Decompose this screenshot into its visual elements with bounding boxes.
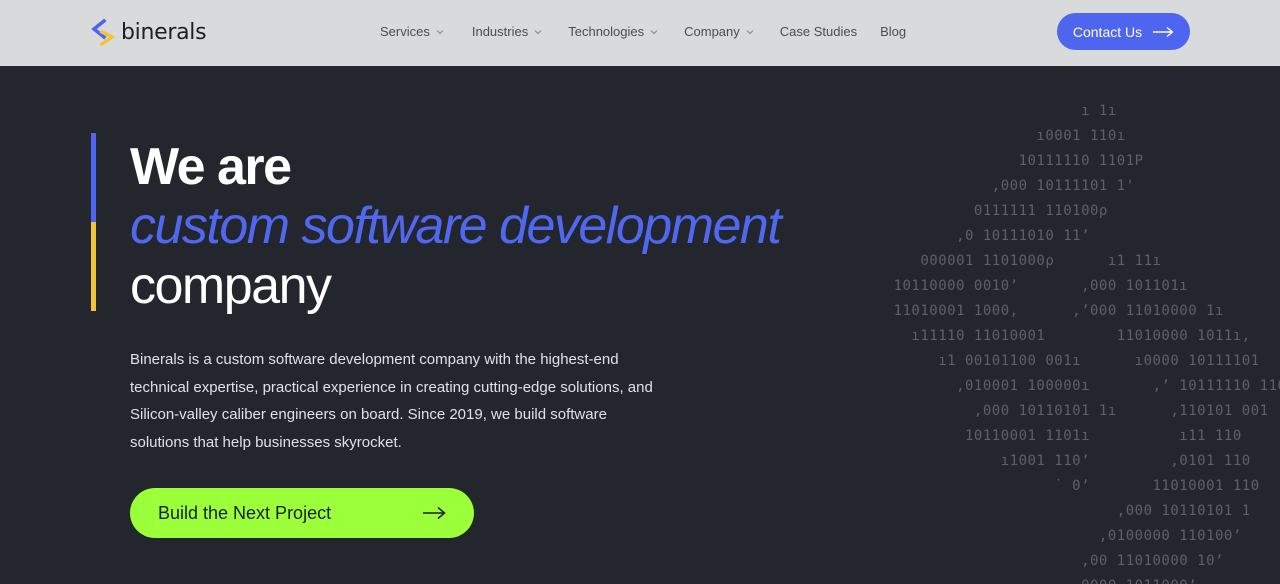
binary-row: ı1 00101100 001ı ı0000 10111101 bbox=[840, 353, 1260, 369]
logo-text: binerals bbox=[121, 19, 207, 45]
binary-row: 000001 1101000ρ ı1 11ı bbox=[840, 253, 1162, 269]
binary-row: ı 1ı bbox=[840, 103, 1117, 119]
binary-row: 10110001 1101ı ı11 110 bbox=[840, 428, 1242, 444]
cta-label: Build the Next Project bbox=[158, 502, 332, 523]
binary-row: 10110000 0010ʼ ,000 101101ı bbox=[840, 278, 1189, 294]
chevron-down-icon bbox=[746, 29, 754, 34]
chevron-down-icon bbox=[436, 29, 444, 34]
binary-row: ,010001 100000ı ,ʼ 10111110 110 bbox=[840, 378, 1280, 394]
nav-item-label: Blog bbox=[880, 24, 907, 39]
hero-description: Binerals is a custom software developmen… bbox=[130, 351, 653, 451]
nav-item-services[interactable]: Services bbox=[380, 24, 445, 39]
hero-accent-bar bbox=[91, 133, 96, 311]
contact-us-label: Contact Us bbox=[1072, 23, 1143, 40]
hero-title-line-1: We are bbox=[130, 138, 292, 196]
binary-row: ı1001 110ʼ ,0101 110 bbox=[840, 453, 1251, 469]
nav-item-company[interactable]: Company bbox=[684, 24, 755, 39]
build-next-project-button[interactable]: Build the Next Project bbox=[130, 488, 474, 538]
binary-row: ,000 10110101 1ı ,110101 001 bbox=[840, 403, 1269, 419]
hero-title-line-2: custom software development bbox=[130, 197, 782, 255]
arrow-right-icon bbox=[423, 506, 446, 520]
nav-item-label: Services bbox=[380, 24, 430, 39]
binary-row: 11010001 1000, ,ʼ000 11010000 1ı bbox=[840, 303, 1224, 319]
nav-item-label: Technologies bbox=[568, 24, 645, 39]
main-nav: Services Industries Technologies Company… bbox=[380, 24, 906, 39]
binary-row: ,000 10110101 1 bbox=[840, 503, 1251, 519]
nav-item-case-studies[interactable]: Case Studies bbox=[780, 24, 857, 39]
nav-item-technologies[interactable]: Technologies bbox=[568, 24, 659, 39]
logo-mark-icon bbox=[91, 18, 116, 46]
contact-us-button[interactable]: Contact Us bbox=[1057, 13, 1190, 50]
binary-row: ı0001 110ı bbox=[840, 128, 1126, 144]
binary-row: ,00 11010000 10ʼ bbox=[840, 553, 1224, 569]
site-header: binerals Services Industries Technologie… bbox=[0, 0, 1280, 66]
logo[interactable]: binerals bbox=[90, 18, 207, 46]
binary-decoration: ı 1ı ı0001 110ı 10111110 1101P ,000 1011… bbox=[840, 100, 1280, 584]
nav-item-label: Company bbox=[684, 24, 740, 39]
binary-row: 0111111 110100ρ bbox=[840, 203, 1108, 219]
chevron-down-icon bbox=[534, 29, 542, 34]
accent-bar-blue bbox=[91, 133, 96, 222]
hero-title-line-3: company bbox=[130, 257, 332, 315]
binary-row: ,0100000 110100ʼ bbox=[840, 528, 1242, 544]
nav-item-industries[interactable]: Industries bbox=[472, 24, 543, 39]
nav-item-label: Industries bbox=[471, 24, 529, 39]
chevron-down-icon bbox=[650, 29, 658, 34]
nav-item-blog[interactable]: Blog bbox=[880, 24, 906, 39]
arrow-right-icon bbox=[1153, 26, 1174, 37]
binary-row: ,0000 1011000ʼ bbox=[840, 578, 1197, 584]
accent-bar-yellow bbox=[91, 222, 96, 311]
binary-row: ˙ 0ʼ 11010001 110 bbox=[840, 478, 1260, 494]
nav-item-label: Case Studies bbox=[779, 24, 858, 39]
binary-row: 10111110 1101P bbox=[840, 153, 1144, 169]
binary-row: ,000 10111101 1' bbox=[840, 178, 1135, 194]
binary-row: ı11110 11010001 11010000 1011ı, bbox=[840, 328, 1251, 344]
binary-row: ,0 10111010 11ʼ bbox=[840, 228, 1091, 244]
